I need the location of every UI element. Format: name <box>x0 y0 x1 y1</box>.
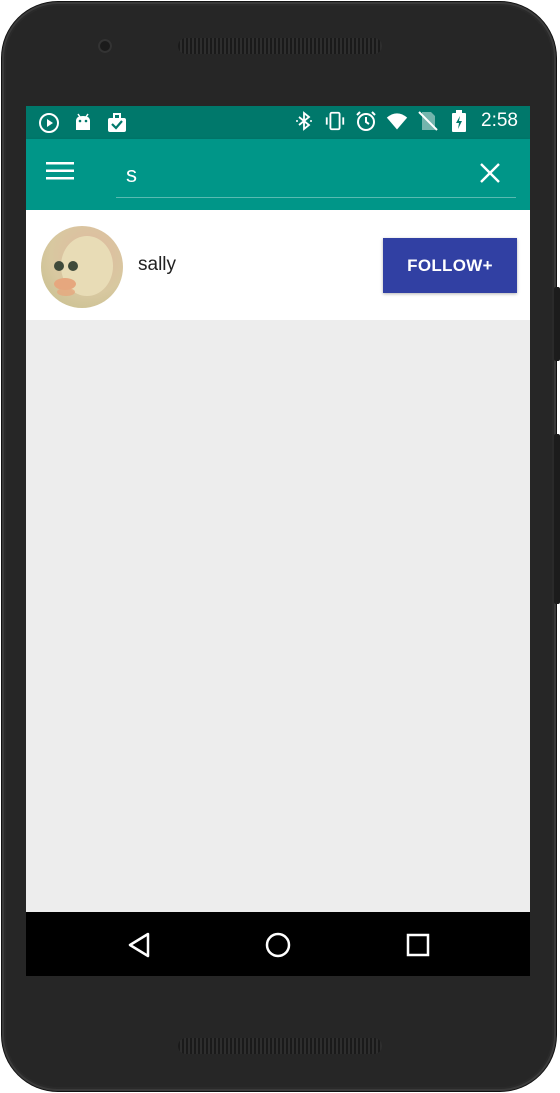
no-sim-icon <box>417 110 439 132</box>
follow-button[interactable]: FOLLOW+ <box>383 238 517 293</box>
alarm-icon <box>355 110 377 132</box>
bluetooth-icon <box>293 110 315 132</box>
vibrate-icon <box>324 110 346 132</box>
recent-apps-icon[interactable] <box>403 930 433 960</box>
username: sally <box>138 254 177 275</box>
list-item[interactable]: sally FOLLOW+ <box>26 210 530 320</box>
avatar[interactable] <box>41 226 123 308</box>
app-bar <box>26 139 530 210</box>
android-icon <box>72 112 94 134</box>
status-time: 2:58 <box>481 110 518 131</box>
play-icon <box>38 112 60 134</box>
volume-button <box>554 434 560 604</box>
search-field <box>116 157 516 198</box>
status-bar: 2:58 <box>26 106 530 139</box>
hamburger-menu-icon[interactable] <box>46 161 80 189</box>
wifi-icon <box>386 110 408 132</box>
briefcase-check-icon <box>106 112 128 134</box>
close-icon[interactable] <box>478 161 504 187</box>
search-input[interactable] <box>116 157 456 193</box>
navigation-bar <box>26 912 530 976</box>
top-speaker <box>178 38 382 54</box>
back-icon[interactable] <box>124 930 154 960</box>
front-camera <box>98 39 112 53</box>
screen: 2:58 s sally FOLLOW+ <box>26 106 530 976</box>
home-icon[interactable] <box>263 930 293 960</box>
power-button <box>554 287 560 361</box>
bottom-speaker <box>178 1038 382 1054</box>
search-results-list: sally FOLLOW+ <box>26 210 530 320</box>
battery-charging-icon <box>448 110 470 132</box>
